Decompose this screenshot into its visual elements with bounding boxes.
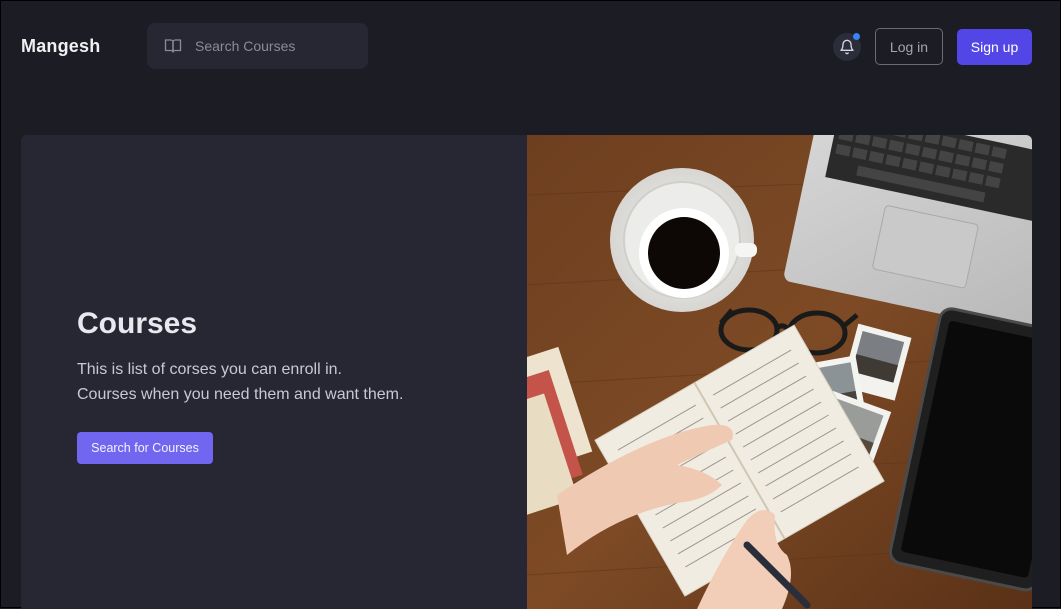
hero-desk-image — [527, 135, 1032, 609]
search-input[interactable] — [195, 35, 355, 57]
hero-description-line-2: Courses when you need them and want them… — [77, 386, 404, 403]
notification-button[interactable] — [833, 33, 861, 61]
top-navbar: Mangesh Log in Sign up — [1, 1, 1060, 93]
search-bar[interactable] — [147, 23, 368, 69]
brand-logo[interactable]: Mangesh — [21, 36, 100, 57]
hero-description-line-1: This is list of corses you can enroll in… — [77, 361, 342, 378]
bell-icon — [840, 39, 854, 55]
hero-card: Courses This is list of corses you can e… — [21, 135, 1032, 609]
book-open-icon — [164, 39, 182, 53]
page-title: Courses — [77, 307, 198, 340]
hero-description: This is list of corses you can enroll in… — [77, 357, 403, 407]
login-button[interactable]: Log in — [875, 28, 943, 65]
signup-button[interactable]: Sign up — [957, 29, 1032, 65]
search-courses-button[interactable]: Search for Courses — [77, 432, 213, 464]
notification-dot — [853, 33, 860, 40]
